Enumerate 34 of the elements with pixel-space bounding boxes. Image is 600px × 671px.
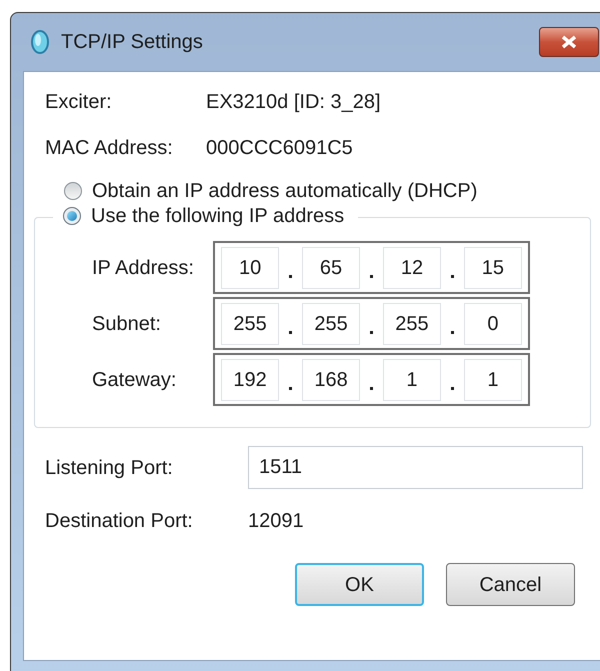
octet-field[interactable]: 1 <box>382 358 442 400</box>
field-value: 12091 <box>248 509 304 534</box>
octet-field[interactable]: 12 <box>382 246 442 288</box>
droplet-icon <box>29 29 51 55</box>
octet-field[interactable]: 0 <box>464 302 522 344</box>
octet-field[interactable]: 15 <box>464 246 522 288</box>
field-label: Gateway: <box>92 368 178 392</box>
dialog-button[interactable]: OK <box>295 563 424 606</box>
octet-field[interactable]: 168 <box>302 358 360 400</box>
field-label: Listening Port: <box>45 456 174 480</box>
field-label: IP Address: <box>92 256 195 280</box>
window-title: TCP/IP Settings <box>61 30 203 55</box>
close-icon <box>560 35 578 49</box>
field-value: 000CCC6091C5 <box>206 136 353 161</box>
octet-field[interactable]: 255 <box>221 302 280 344</box>
dialog-button[interactable]: Cancel <box>446 563 575 606</box>
octet-field[interactable]: 255 <box>302 302 360 344</box>
octet-field[interactable]: 192 <box>221 358 280 400</box>
octet-field[interactable]: 1 <box>464 358 522 400</box>
field-label: Destination Port: <box>45 509 194 534</box>
octet-field[interactable]: 10 <box>221 246 280 288</box>
field-label: MAC Address: <box>45 136 174 161</box>
radio-button[interactable] <box>63 207 81 225</box>
octet-field[interactable]: 65 <box>302 246 360 288</box>
radio-button[interactable] <box>64 182 82 200</box>
close-button[interactable] <box>539 27 599 57</box>
ip-address-field[interactable]: 192 168 1 1 <box>213 353 530 406</box>
ip-address-field[interactable]: 10 65 12 15 <box>213 241 530 294</box>
octet-field[interactable]: 255 <box>382 302 442 344</box>
field-value: EX3210d [ID: 3_28] <box>206 90 381 115</box>
field-label: Subnet: <box>92 312 162 336</box>
field-label: Exciter: <box>45 90 113 115</box>
ip-address-field[interactable]: 255 255 255 0 <box>213 297 530 350</box>
input-field[interactable]: 1511 <box>248 446 583 489</box>
